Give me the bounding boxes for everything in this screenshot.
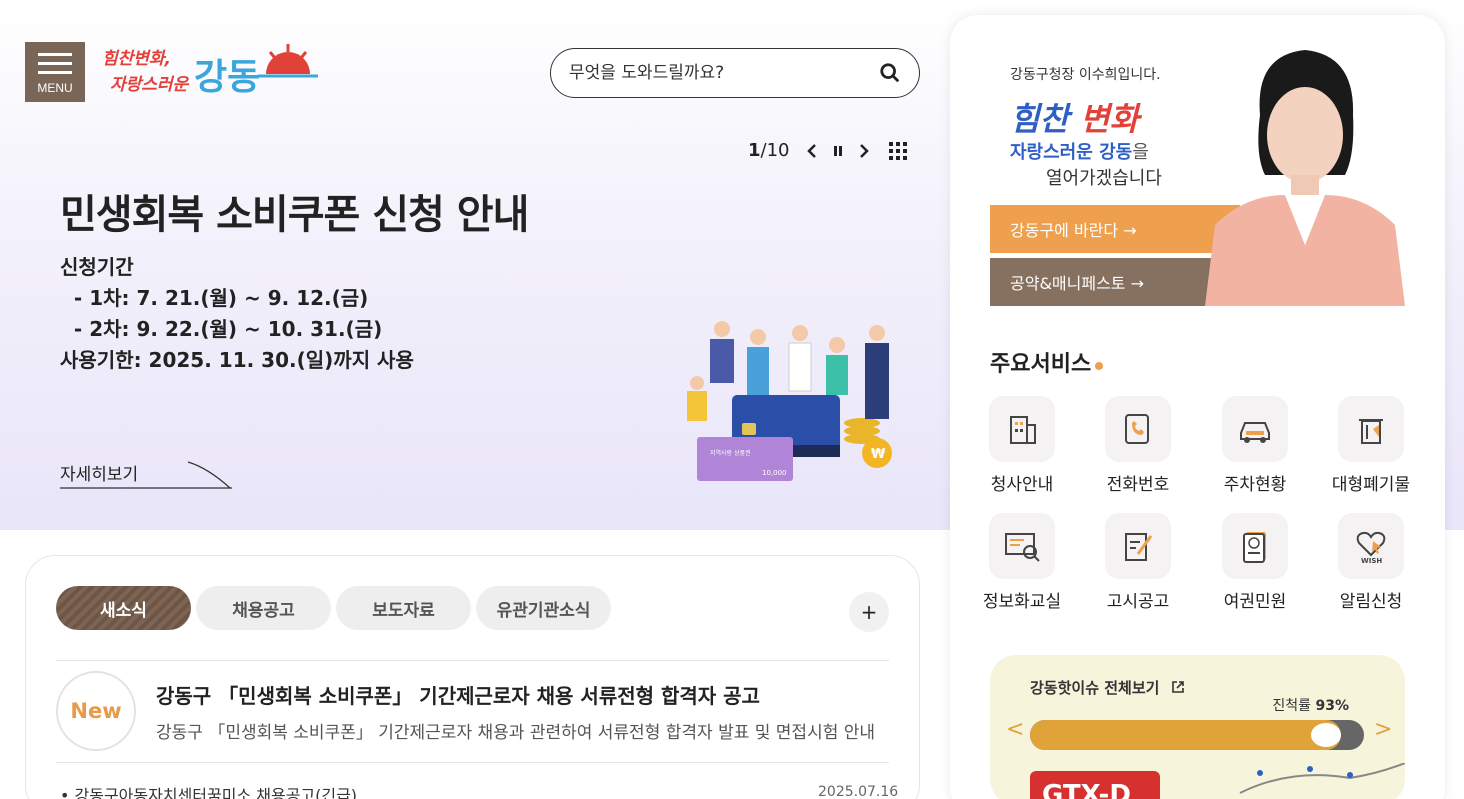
hero-line: - 2차: 9. 22.(월) ~ 10. 31.(금) bbox=[60, 317, 383, 341]
hamburger-icon bbox=[38, 52, 72, 56]
slide-total: 10 bbox=[766, 140, 790, 161]
hero-line: 신청기간 bbox=[60, 255, 134, 279]
coin-symbol: ₩ bbox=[871, 447, 886, 462]
slogan-red: 변화 bbox=[1080, 100, 1139, 138]
svg-text:WISH: WISH bbox=[1361, 557, 1382, 565]
service-parking[interactable]: 주차현황 bbox=[1200, 396, 1310, 495]
progress-value: 93% bbox=[1315, 698, 1349, 714]
search-icon[interactable] bbox=[879, 62, 901, 84]
service-wish[interactable]: WISH 알림신청 bbox=[1316, 513, 1426, 612]
logo-main: 강동 bbox=[194, 57, 261, 98]
map-label: GTX-D bbox=[1042, 780, 1131, 799]
trash-icon bbox=[1338, 396, 1404, 462]
suggestion-button[interactable]: 강동구에 바란다 → bbox=[990, 205, 1240, 253]
hamburger-bar bbox=[38, 61, 72, 65]
hero-line: - 1차: 7. 21.(월) ~ 9. 12.(금) bbox=[60, 286, 369, 310]
tab-news[interactable]: 새소식 bbox=[56, 586, 191, 630]
phone-icon bbox=[1105, 396, 1171, 462]
news-divider bbox=[56, 762, 889, 763]
card-text: 지역사랑 상품권 bbox=[710, 449, 751, 457]
slogan-blue: 힘찬 bbox=[1010, 100, 1069, 138]
wish-icon: WISH bbox=[1338, 513, 1404, 579]
tab-press[interactable]: 보도자료 bbox=[336, 586, 471, 630]
chevron-left-icon[interactable] bbox=[806, 143, 818, 159]
computer-icon bbox=[989, 513, 1055, 579]
chevron-right-icon[interactable] bbox=[858, 143, 870, 159]
service-phone[interactable]: 전화번호 bbox=[1083, 396, 1193, 495]
progress-knob bbox=[1310, 723, 1341, 747]
site-logo[interactable]: 힘찬변화, 자랑스러운 강동 bbox=[100, 40, 320, 102]
hot-issue-card: 강동핫이슈 전체보기 진척률 93% < > GTX-D bbox=[990, 655, 1405, 799]
logo-line2: 자랑스러운 bbox=[110, 75, 189, 95]
hot-issue-title[interactable]: 강동핫이슈 전체보기 bbox=[1030, 677, 1185, 698]
news-list-date: 2025.07.16 bbox=[818, 784, 899, 799]
manifesto-button[interactable]: 공약&매니페스토 → bbox=[990, 258, 1240, 306]
mayor-line3: 열어가겠습니다 bbox=[1046, 168, 1162, 189]
services-title-dot bbox=[1095, 362, 1103, 370]
more-arrow-line bbox=[60, 461, 232, 489]
mayor-line2: 자랑스러운 강동을 bbox=[1010, 138, 1149, 164]
progress-fill bbox=[1030, 720, 1341, 750]
mayor-line2-gray: 을 bbox=[1132, 142, 1149, 163]
news-list-item[interactable]: • 강동구아동자치센터꿈미소 채용공고(긴급) bbox=[60, 782, 357, 799]
menu-label: MENU bbox=[37, 80, 73, 95]
service-label: 여권민원 bbox=[1223, 592, 1287, 612]
issue-prev-arrow[interactable]: < bbox=[1006, 717, 1024, 742]
notice-icon bbox=[1105, 513, 1171, 579]
car-icon bbox=[1222, 396, 1288, 462]
services-title: 주요서비스 bbox=[990, 352, 1092, 377]
tab-jobs[interactable]: 채용공고 bbox=[196, 586, 331, 630]
gtx-map-image: GTX-D bbox=[1030, 763, 1405, 799]
issue-next-arrow[interactable]: > bbox=[1374, 717, 1392, 742]
news-divider bbox=[56, 660, 889, 661]
pause-icon[interactable] bbox=[832, 144, 844, 158]
service-label: 정보화교실 bbox=[982, 592, 1062, 612]
menu-button[interactable]: MENU bbox=[25, 42, 85, 102]
search-input[interactable] bbox=[569, 63, 879, 83]
service-label: 청사안내 bbox=[990, 475, 1054, 495]
service-passport[interactable]: 여권민원 bbox=[1200, 513, 1310, 612]
service-label: 전화번호 bbox=[1106, 475, 1170, 495]
building-icon bbox=[989, 396, 1055, 462]
service-label: 알림신청 bbox=[1339, 592, 1403, 612]
service-notice[interactable]: 고시공고 bbox=[1083, 513, 1193, 612]
service-waste[interactable]: 대형폐기물 bbox=[1316, 396, 1426, 495]
mayor-line2-blue: 자랑스러운 강동 bbox=[1010, 142, 1133, 163]
news-headline[interactable]: 강동구 「민생회복 소비쿠폰」 기간제근로자 채용 서류전형 합격자 공고 bbox=[156, 680, 760, 709]
news-description: 강동구 「민생회복 소비쿠폰」 기간제근로자 채용과 관련하여 서류전형 합격자… bbox=[156, 723, 876, 743]
service-building[interactable]: 청사안내 bbox=[967, 396, 1077, 495]
grid-view-icon[interactable] bbox=[888, 141, 908, 161]
passport-icon bbox=[1222, 513, 1288, 579]
mayor-greeting: 강동구청장 이수희입니다. bbox=[1010, 67, 1161, 83]
hero-details: 신청기간 - 1차: 7. 21.(월) ~ 9. 12.(금) - 2차: 9… bbox=[60, 252, 414, 376]
progress-label: 진척률 bbox=[1272, 698, 1312, 714]
service-label: 고시공고 bbox=[1106, 592, 1170, 612]
progress-text: 진척률 93% bbox=[1272, 695, 1349, 715]
card-amount: 10,000 bbox=[762, 469, 787, 477]
slider-pager: 1 / 10 bbox=[748, 140, 908, 161]
mayor-slogan: 힘찬 변화 bbox=[1010, 94, 1139, 140]
service-label: 주차현황 bbox=[1223, 475, 1287, 495]
slide-current: 1 bbox=[748, 140, 761, 161]
people-illustration: 지역사랑 상품권 10,000 ₩ bbox=[687, 321, 892, 481]
logo-line1: 힘찬변화, bbox=[102, 49, 172, 69]
service-label: 대형폐기물 bbox=[1331, 475, 1411, 495]
hero-line: 사용기한: 2025. 11. 30.(일)까지 사용 bbox=[60, 348, 414, 372]
hamburger-bar bbox=[38, 70, 72, 74]
tab-related[interactable]: 유관기관소식 bbox=[476, 586, 611, 630]
external-link-icon bbox=[1171, 681, 1184, 693]
sun-logo-icon bbox=[258, 44, 318, 78]
mayor-photo bbox=[1205, 50, 1405, 306]
news-more-button[interactable]: + bbox=[849, 592, 889, 632]
hot-issue-title-text: 강동핫이슈 전체보기 bbox=[1030, 679, 1160, 697]
search-bar[interactable] bbox=[550, 48, 920, 98]
new-badge: New bbox=[56, 671, 136, 751]
service-computer[interactable]: 정보화교실 bbox=[967, 513, 1077, 612]
hero-title: 민생회복 소비쿠폰 신청 안내 bbox=[60, 192, 529, 238]
